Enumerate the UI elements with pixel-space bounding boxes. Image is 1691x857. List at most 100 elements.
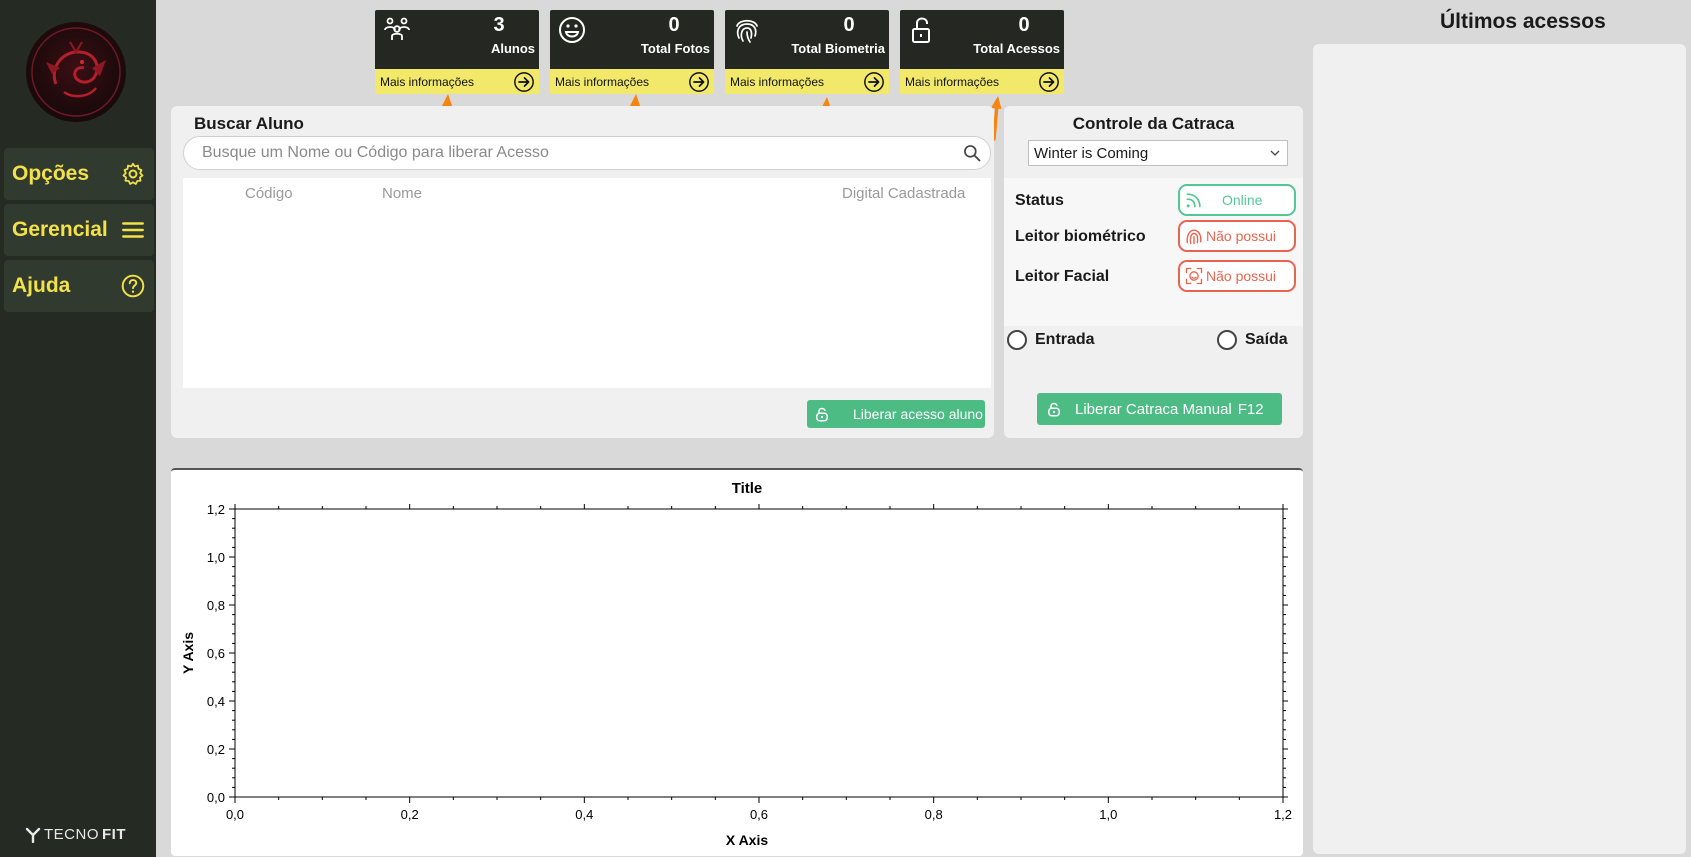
brand-prefix: TECNO	[44, 826, 99, 843]
menu-label: Gerencial	[12, 218, 108, 241]
card-value: 0	[843, 14, 855, 36]
x-tick-label: 0,2	[401, 807, 419, 822]
menu-label: Opções	[12, 162, 90, 185]
x-tick-label: 1,2	[1274, 807, 1292, 822]
release-student-button[interactable]: Liberar acesso aluno	[807, 400, 985, 428]
search-input[interactable]	[200, 143, 962, 163]
status-value: Online	[1222, 192, 1263, 208]
saida-label: Saída	[1245, 331, 1288, 348]
facial-status-value: Não possui	[1206, 268, 1277, 284]
card-value: 0	[1018, 14, 1030, 36]
search-title: Buscar Aluno	[194, 114, 304, 133]
biometric-status-value: Não possui	[1206, 228, 1277, 244]
manual-release-shortcut: F12	[1237, 400, 1264, 418]
column-header-codigo[interactable]: Código	[245, 185, 293, 202]
more-info-link[interactable]: Mais informações	[375, 69, 539, 94]
status-block: Status Online Leitor biométrico Não poss…	[1004, 178, 1303, 326]
brand-suffix: FIT	[102, 826, 126, 843]
saida-radio[interactable]: Saída	[1217, 330, 1288, 350]
arrow-circle-right-icon	[864, 71, 884, 92]
y-tick-label: 0,4	[207, 694, 225, 709]
turnstile-select-value: Winter is Coming	[1034, 144, 1149, 162]
more-info-label: Mais informações	[730, 74, 825, 89]
more-info-label: Mais informações	[380, 74, 475, 89]
turnstile-select[interactable]: Winter is Coming	[1028, 140, 1288, 166]
more-info-label: Mais informações	[905, 74, 1000, 89]
y-tick-label: 1,0	[207, 550, 225, 565]
unlock-icon	[816, 407, 828, 422]
gear-icon	[122, 162, 144, 185]
turnstile-panel: Controle da Catraca Winter is Coming Sta…	[1004, 106, 1303, 438]
search-panel: Buscar Aluno Código Nome Digital Cadastr…	[171, 106, 994, 438]
arrow-circle-right-icon	[1039, 71, 1059, 92]
search-icon[interactable]	[962, 143, 982, 163]
manual-release-button[interactable]: Liberar Catraca Manual F12	[1037, 393, 1282, 425]
card-total-fotos: 0 Total Fotos Mais informações	[550, 10, 714, 94]
column-header-digital[interactable]: Digital Cadastrada	[842, 185, 965, 202]
x-tick-label: 0,4	[575, 807, 593, 822]
card-total-acessos: 0 Total Acessos Mais informações	[900, 10, 1064, 94]
biometric-status-badge: Não possui	[1178, 220, 1296, 252]
rss-signal-icon	[1186, 193, 1201, 208]
sidebar: Opções Gerencial Ajuda TECNO FIT	[0, 0, 156, 857]
menu-gerencial[interactable]: Gerencial	[4, 204, 154, 256]
more-info-link[interactable]: Mais informações	[725, 69, 889, 94]
x-tick-label: 0,8	[925, 807, 943, 822]
chevron-down-icon	[1270, 150, 1280, 156]
plot-area	[234, 508, 1284, 798]
x-tick-label: 1,0	[1099, 807, 1117, 822]
status-online-badge: Online	[1178, 184, 1296, 216]
card-alunos: 3 Alunos Mais informações	[375, 10, 539, 94]
turnstile-title: Controle da Catraca	[1072, 114, 1235, 133]
facial-reader-label: Leitor Facial	[1015, 268, 1110, 285]
search-box[interactable]	[183, 136, 991, 170]
radio-circle[interactable]	[1007, 330, 1027, 350]
facial-status-badge: Não possui	[1178, 260, 1296, 292]
card-total-biometria: 0 Total Biometria Mais informações	[725, 10, 889, 94]
users-icon	[384, 17, 410, 40]
fingerprint-icon	[1186, 229, 1202, 245]
y-tick-label: 1,2	[207, 502, 225, 517]
menu-label: Ajuda	[12, 274, 71, 297]
smile-icon	[559, 17, 585, 43]
x-tick-label: 0,6	[750, 807, 768, 822]
manual-release-label: Liberar Catraca Manual	[1075, 400, 1232, 418]
arrow-circle-right-icon	[514, 71, 534, 92]
help-circle-icon	[121, 274, 145, 298]
y-tick-label: 0,2	[207, 742, 225, 757]
dragon-logo-icon	[31, 27, 121, 117]
y-tick-label: 0,6	[207, 646, 225, 661]
y-tick-label: 0,8	[207, 598, 225, 613]
more-info-label: Mais informações	[555, 74, 650, 89]
tecnofit-logo-icon	[25, 827, 41, 843]
y-axis-label: Y Axis	[180, 632, 196, 674]
entrada-radio[interactable]: Entrada	[1007, 330, 1095, 350]
card-value: 0	[668, 14, 680, 36]
card-label: Alunos	[490, 41, 535, 56]
access-chart: 0,0 0,2 0,4 0,6 0,8 1,0 1,2 0,0 0,2 0,4 0,6 0,8 1,0 1…	[180, 480, 1292, 848]
card-label: Total Fotos	[640, 41, 710, 56]
release-student-label: Liberar acesso aluno	[853, 406, 983, 422]
unlock-icon	[912, 17, 930, 43]
recent-access-title: Últimos acessos	[1440, 10, 1606, 33]
arrow-circle-right-icon	[689, 71, 709, 92]
x-axis-label: X Axis	[726, 832, 768, 848]
menu-opcoes[interactable]: Opções	[4, 148, 154, 200]
entrada-label: Entrada	[1035, 331, 1095, 348]
menu-ajuda[interactable]: Ajuda	[4, 260, 154, 312]
recent-access-list	[1313, 44, 1686, 854]
more-info-link[interactable]: Mais informações	[900, 69, 1064, 94]
column-header-nome[interactable]: Nome	[382, 185, 422, 202]
hamburger-icon	[122, 222, 144, 238]
biometric-reader-label: Leitor biométrico	[1015, 228, 1146, 245]
card-value: 3	[493, 14, 505, 36]
unlock-icon	[1048, 402, 1060, 417]
card-label: Total Biometria	[791, 41, 885, 56]
results-grid[interactable]: Código Nome Digital Cadastrada	[183, 178, 991, 388]
brand-footer: TECNO FIT	[25, 826, 126, 843]
fingerprint-icon	[736, 19, 758, 43]
card-label: Total Acessos	[973, 41, 1060, 56]
radio-circle[interactable]	[1217, 330, 1237, 350]
more-info-link[interactable]: Mais informações	[550, 69, 714, 94]
chart-panel: 0,0 0,2 0,4 0,6 0,8 1,0 1,2 0,0 0,2 0,4 0,6 0,8 1,0 1…	[171, 468, 1303, 856]
